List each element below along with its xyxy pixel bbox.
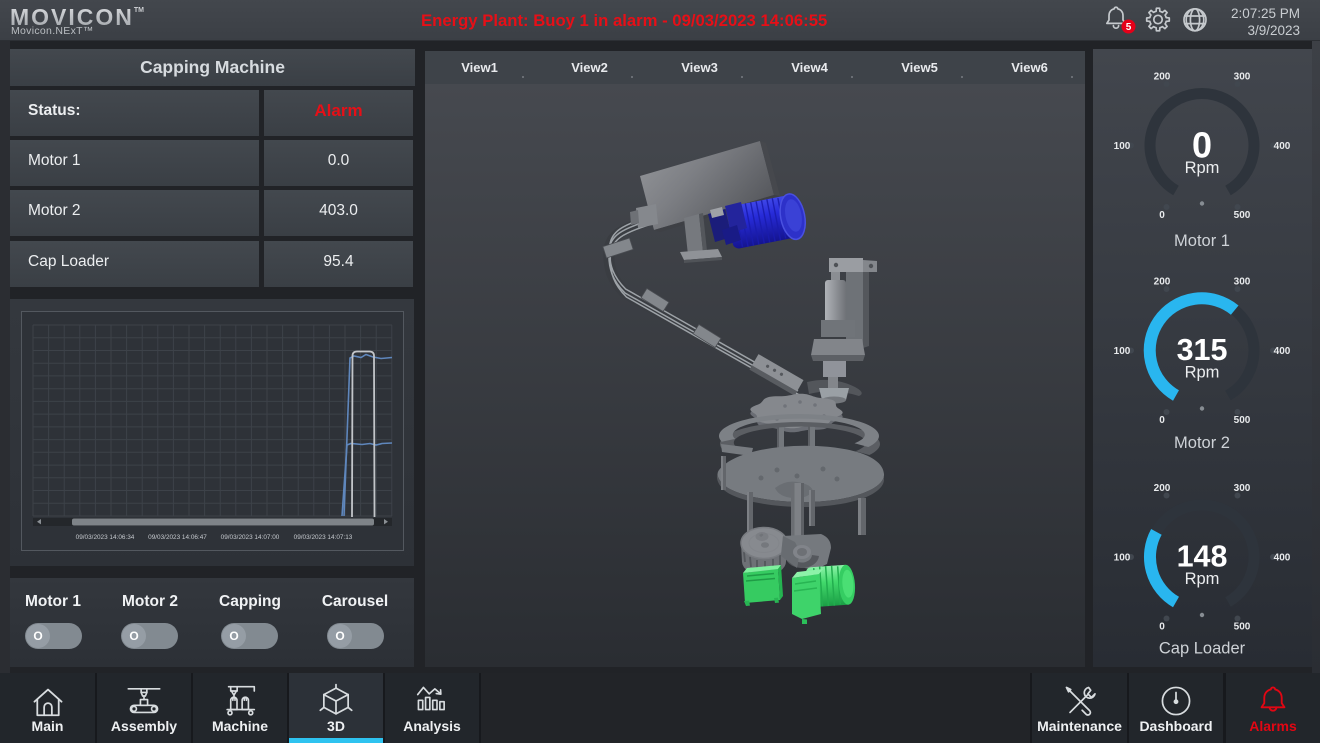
svg-text:0: 0 [1159,415,1165,426]
svg-text:500: 500 [1234,621,1251,632]
svg-text:09/03/2023 14:06:34: 09/03/2023 14:06:34 [76,534,135,541]
svg-text:09/03/2023 14:07:00: 09/03/2023 14:07:00 [221,534,280,541]
svg-text:400: 400 [1274,141,1291,152]
svg-text:200: 200 [1154,277,1171,288]
svg-text:148: 148 [1177,540,1228,574]
svg-text:Rpm: Rpm [1185,159,1220,177]
svg-text:300: 300 [1234,72,1251,83]
svg-text:500: 500 [1234,210,1251,221]
svg-text:315: 315 [1177,333,1228,367]
svg-text:Motor 2: Motor 2 [1174,434,1230,452]
svg-text:0: 0 [1159,621,1165,632]
svg-text:200: 200 [1154,483,1171,494]
svg-text:Rpm: Rpm [1185,364,1220,382]
svg-text:400: 400 [1274,553,1291,564]
svg-text:09/03/2023 14:06:47: 09/03/2023 14:06:47 [148,534,207,541]
svg-text:200: 200 [1154,72,1171,83]
svg-text:100: 100 [1114,141,1131,152]
svg-text:300: 300 [1234,483,1251,494]
svg-text:500: 500 [1234,415,1251,426]
svg-text:5: 5 [1126,22,1132,33]
svg-text:0: 0 [1159,210,1165,221]
svg-text:Motor 1: Motor 1 [1174,232,1230,250]
svg-text:400: 400 [1274,346,1291,357]
svg-text:Cap Loader: Cap Loader [1159,640,1246,658]
svg-text:09/03/2023 14:07:13: 09/03/2023 14:07:13 [294,534,353,541]
svg-text:100: 100 [1114,346,1131,357]
svg-text:300: 300 [1234,277,1251,288]
svg-text:Rpm: Rpm [1185,570,1220,588]
svg-text:100: 100 [1114,553,1131,564]
